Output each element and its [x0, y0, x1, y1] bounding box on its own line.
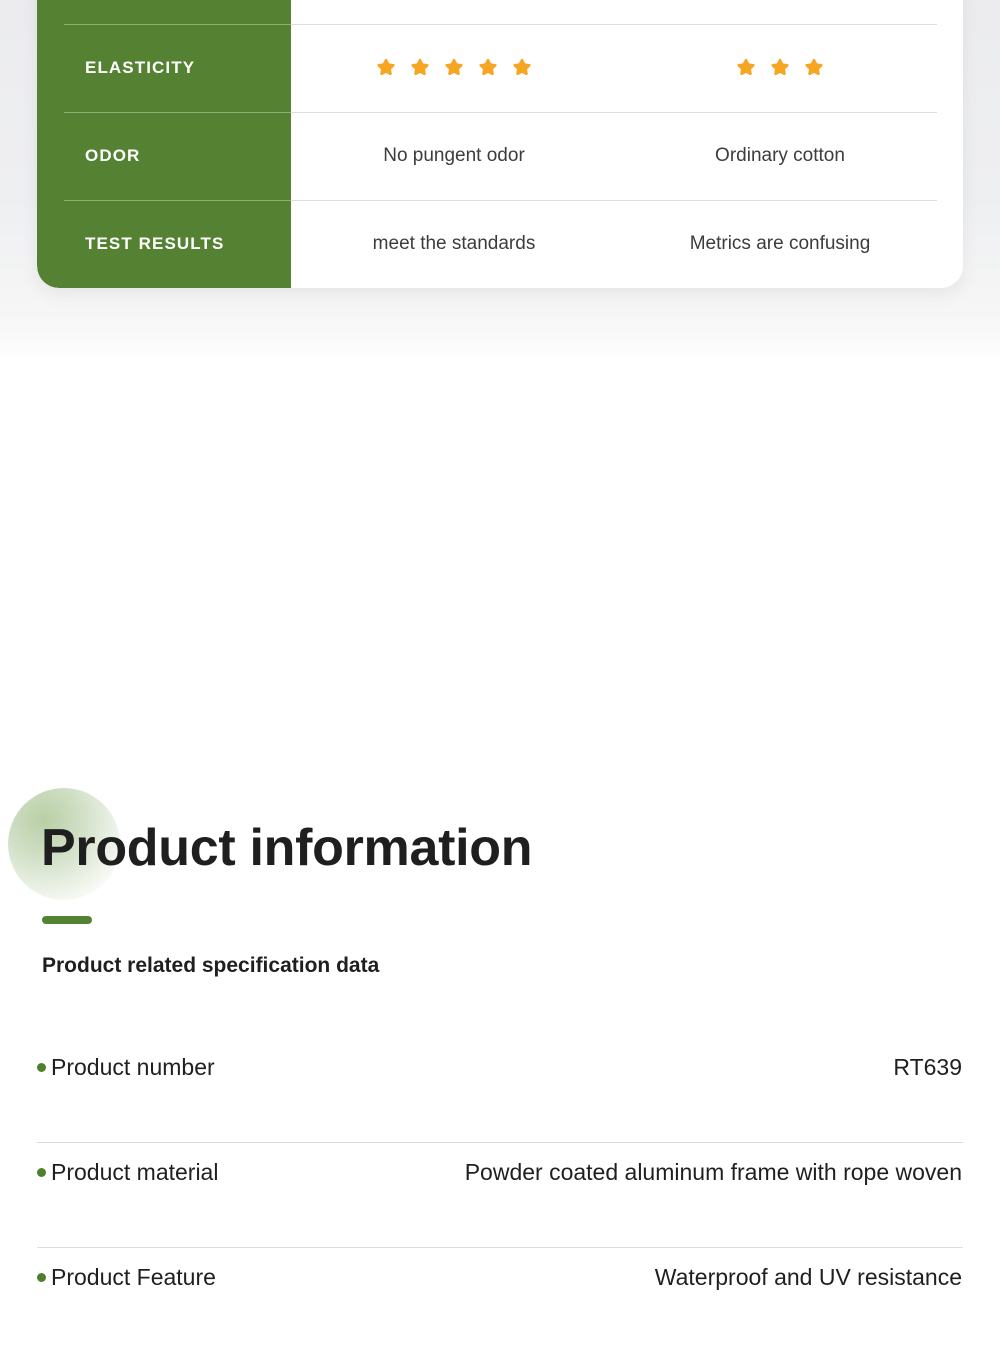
comparison-other-product-value: Ordinary cotton — [715, 145, 845, 166]
star-icon — [805, 58, 823, 76]
star-icon — [513, 58, 531, 76]
star-icon — [411, 58, 429, 76]
spec-key: Product Feature — [37, 1264, 216, 1291]
title-accent-rule — [42, 916, 92, 924]
product-information-section: Product information Product related spec… — [0, 356, 1000, 1290]
comparison-row-label: ODOR — [85, 146, 141, 165]
spec-row: Product number RT639 — [37, 1038, 963, 1143]
bullet-icon — [37, 1167, 46, 1177]
spec-row: Product Feature Waterproof and UV resista… — [37, 1248, 963, 1352]
page-title: Product information — [41, 819, 533, 877]
comparison-row-label: ELASTICITY — [85, 58, 196, 77]
star-icon — [737, 58, 755, 76]
comparison-card: ELASTICITY ODOR No pungent odor Ordinary… — [37, 0, 963, 288]
comparison-our-product-value: No pungent odor — [383, 145, 525, 166]
star-icon — [377, 58, 395, 76]
spec-key-label: Product material — [51, 1158, 219, 1185]
comparison-section: ELASTICITY ODOR No pungent odor Ordinary… — [0, 0, 1000, 356]
table-row: ELASTICITY — [37, 24, 963, 112]
spec-key-label: Product number — [51, 1053, 215, 1080]
spec-row: Product material Powder coated aluminum f… — [37, 1143, 963, 1248]
bullet-icon — [37, 1062, 46, 1072]
spec-key: Product number — [37, 1054, 215, 1081]
star-icon — [445, 58, 463, 76]
comparison-our-product-value: meet the standards — [372, 233, 536, 254]
spec-row-content: Product number RT639 — [37, 1038, 963, 1096]
table-row: TEST RESULTS meet the standards Metrics … — [37, 200, 963, 288]
spec-value: Powder coated aluminum frame with rope w… — [464, 1158, 962, 1185]
star-rating-other-product — [617, 57, 943, 79]
bullet-icon — [37, 1272, 46, 1282]
star-icon — [479, 58, 497, 76]
star-rating-our-product — [291, 57, 617, 79]
star-icon — [771, 58, 789, 76]
spec-key: Product material — [37, 1159, 218, 1186]
comparison-row-label: TEST RESULTS — [85, 234, 225, 253]
table-row: ODOR No pungent odor Ordinary cotton — [37, 112, 963, 200]
comparison-our-product-rating — [291, 57, 617, 79]
comparison-other-product-value: Metrics are confusing — [689, 233, 871, 254]
specification-list: Product number RT639 Product material Powde… — [37, 1038, 963, 1352]
section-subtitle: Product related specification data — [42, 954, 380, 977]
comparison-rows: ELASTICITY ODOR No pungent odor Ordinary… — [37, 0, 963, 288]
product-detail-page: ELASTICITY ODOR No pungent odor Ordinary… — [0, 0, 1000, 1290]
spec-row-content: Product material Powder coated aluminum f… — [37, 1143, 963, 1201]
spec-value: Waterproof and UV resistance — [654, 1263, 962, 1290]
spec-value: RT639 — [893, 1053, 962, 1080]
spec-row-content: Product Feature Waterproof and UV resista… — [37, 1248, 963, 1306]
comparison-other-product-rating — [617, 57, 943, 79]
spec-key-label: Product Feature — [51, 1263, 216, 1290]
